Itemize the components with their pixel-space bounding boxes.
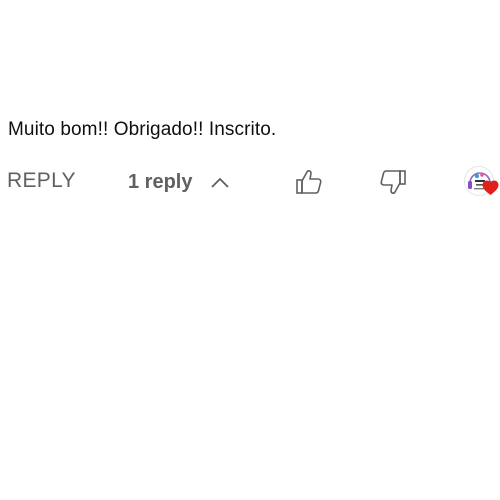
thumbs-down-icon <box>380 170 406 194</box>
comment-text: Muito bom!! Obrigado!! Inscrito. <box>8 119 277 140</box>
comment-action-bar: REPLY 1 reply <box>0 160 500 204</box>
like-button[interactable] <box>294 167 324 197</box>
creator-heart[interactable] <box>462 164 500 202</box>
chevron-up-icon <box>211 177 230 188</box>
dislike-button[interactable] <box>378 167 408 197</box>
heart-icon <box>482 180 499 196</box>
replies-toggle[interactable]: 1 reply <box>128 167 230 197</box>
comment-page: Muito bom!! Obrigado!! Inscrito. REPLY 1… <box>0 0 500 500</box>
reply-button[interactable]: REPLY <box>7 169 76 193</box>
replies-count: 1 reply <box>128 170 193 193</box>
thumbs-up-icon <box>296 170 322 194</box>
